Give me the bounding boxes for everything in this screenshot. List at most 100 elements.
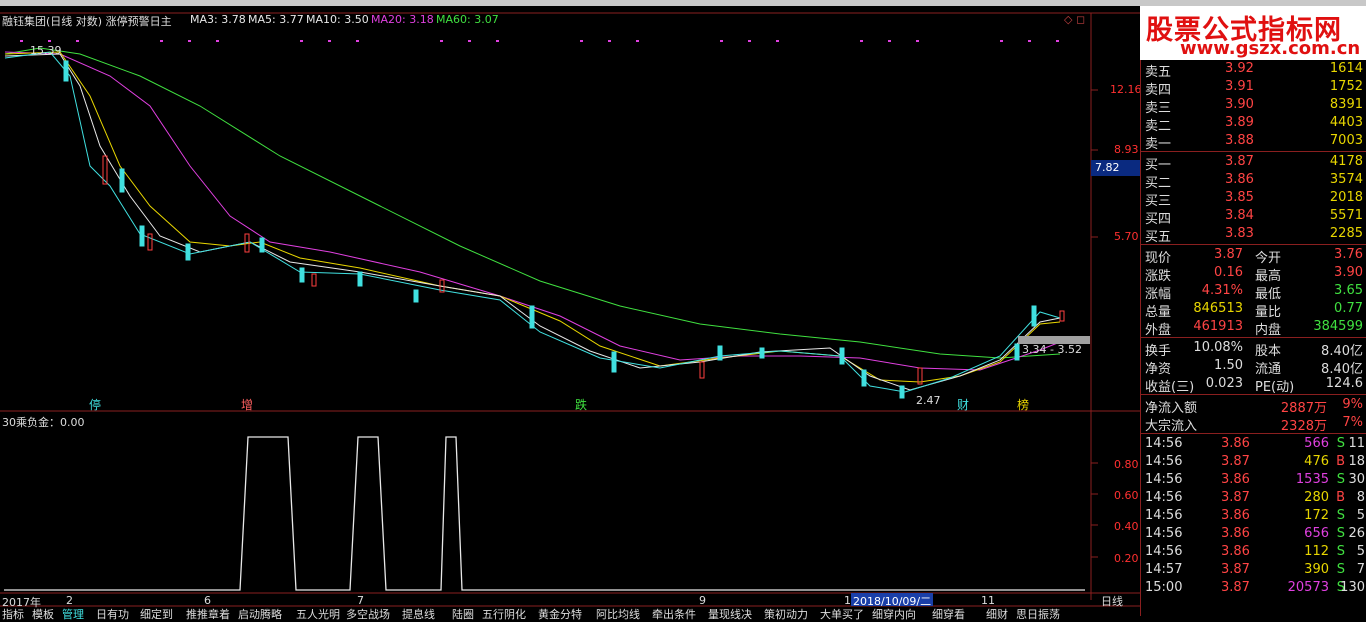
signal-dot [580,40,583,42]
tick-price: 3.86 [1221,436,1250,451]
indicator-tab[interactable]: 五人光明 [296,606,340,621]
ask-volume: 1752 [1329,79,1363,94]
tick-row: 14:56 3.87 280 B 8 [1141,489,1366,507]
ask-price: 3.89 [1225,115,1254,130]
price-axis-label: 5.70 [1114,230,1139,243]
signal-dot [328,40,331,42]
bid-row[interactable]: 买三 3.85 2018 [1141,189,1366,209]
kline-chart-svg[interactable] [0,6,1140,616]
signal-dot [888,40,891,42]
quote-value: 3.76 [1334,247,1363,262]
indicator-tab[interactable]: 细穿看 [932,606,965,621]
indicator-tab[interactable]: 日有功 [96,606,129,621]
indicator-tab[interactable]: 陆圈 [452,606,474,621]
flow-row: 净流入额 2887万 9% [1141,396,1366,416]
tick-price: 3.87 [1221,562,1250,577]
indicator-tab[interactable]: 管理 [62,606,84,621]
indicator-tab[interactable]: 细穿内向 [872,606,916,621]
indicator-tab[interactable]: 思日振荡 [1016,606,1060,621]
bid-row[interactable]: 买五 3.83 2285 [1141,225,1366,245]
ask-price: 3.88 [1225,133,1254,148]
bid-volume: 3574 [1329,172,1363,187]
ask-volume: 7003 [1329,133,1363,148]
signal-dot [468,40,471,42]
quote-value: 461913 [1193,319,1243,334]
signal-dot [440,40,443,42]
ask-row[interactable]: 卖三 3.90 8391 [1141,96,1366,116]
ma3-line [4,51,1061,393]
indicator-tab[interactable]: 细财 [986,606,1008,621]
kline-chart-panel[interactable]: 融钰集团(日线 对数) 涨停预警日主 MA3: 3.78 MA5: 3.77 M… [0,6,1142,621]
indicator-tab[interactable]: 多空战场 [346,606,390,621]
candle [699,361,705,379]
tick-price: 3.87 [1221,490,1250,505]
quote-panel: 卖五 3.92 1614 卖四 3.91 1752 卖三 3.90 8391 卖二 3.89 4403… [1140,6,1366,616]
ask-price: 3.92 [1225,61,1254,76]
indicator-tab[interactable]: 提息线 [402,606,435,621]
bid-row[interactable]: 买一 3.87 4178 [1141,153,1366,173]
ask-row[interactable]: 卖二 3.89 4403 [1141,114,1366,134]
indicator-tab[interactable]: 指标 [2,606,24,621]
fund-label: 收益(三) [1145,380,1195,395]
quote-row: 涨幅 4.31% 最低 3.65 [1141,282,1366,302]
indicator-tab[interactable]: 阿比均线 [596,606,640,621]
marker-badge[interactable]: 增 [241,396,253,413]
marker-badge[interactable]: 榜 [1017,396,1029,413]
period-selector[interactable]: 日线 [1101,593,1123,609]
marker-badge[interactable]: 停 [89,396,101,413]
price-axis-label: 8.93 [1114,143,1139,156]
tick-price: 3.87 [1221,580,1250,595]
ask-volume: 1614 [1329,61,1363,76]
bid-row[interactable]: 买四 3.84 5571 [1141,207,1366,227]
indicator-tab[interactable]: 细定到 [140,606,173,621]
bid-volume: 2018 [1329,190,1363,205]
tick-row: 15:00 3.87 20573 S 130 [1141,579,1366,597]
tick-price: 3.86 [1221,472,1250,487]
tick-price: 3.86 [1221,544,1250,559]
indicator-tab[interactable]: 推推章着 [186,606,230,621]
ask-price: 3.91 [1225,79,1254,94]
flow-row: 大宗流入 2328万 7% [1141,414,1366,434]
tick-volume: 390 [1304,562,1329,577]
indicator-tab[interactable]: 启动腾略 [238,606,282,621]
quote-value: 4.31% [1201,283,1243,298]
ask-row[interactable]: 卖一 3.88 7003 [1141,132,1366,152]
tick-side: B [1336,454,1345,469]
candle [357,271,363,287]
quote-value: 846513 [1193,301,1243,316]
tick-count: 5 [1356,508,1365,523]
quote-row: 总量 846513 量比 0.77 [1141,300,1366,320]
ask-row[interactable]: 卖五 3.92 1614 [1141,60,1366,80]
tick-volume: 172 [1304,508,1329,523]
tick-count: 5 [1356,544,1365,559]
quote-value: 384599 [1313,319,1363,334]
signal-dot [20,40,23,42]
tick-side: S [1336,562,1345,577]
candle [1014,343,1020,361]
high-price-label: 15.39 [30,44,62,57]
tick-row: 14:56 3.86 566 S 11 [1141,435,1366,453]
ma10-line [4,51,1061,383]
candle [1031,305,1037,327]
marker-badge[interactable]: 跌 [575,396,587,413]
indicator-tab[interactable]: 模板 [32,606,54,621]
indicator-tab[interactable]: 五行阴化 [482,606,526,621]
indicator-tab[interactable]: 策初动力 [764,606,808,621]
marker-badge[interactable]: 财 [957,396,969,413]
tick-row: 14:56 3.86 172 S 5 [1141,507,1366,525]
bid-price: 3.83 [1225,226,1254,241]
chart-title: 融钰集团(日线 对数) 涨停预警日主 [2,15,172,28]
tick-price: 3.86 [1221,508,1250,523]
tick-count: 30 [1348,472,1365,487]
indicator-tab[interactable]: 黄金分特 [538,606,582,621]
tick-row: 14:57 3.87 390 S 7 [1141,561,1366,579]
divider [1141,394,1366,395]
ask-row[interactable]: 卖四 3.91 1752 [1141,78,1366,98]
bid-row[interactable]: 买二 3.86 3574 [1141,171,1366,191]
indicator-tab[interactable]: 量现线决 [708,606,752,621]
indicator-tab[interactable]: 牵出条件 [652,606,696,621]
indicator-tab[interactable]: 大单买了 [820,606,864,621]
tick-price: 3.87 [1221,454,1250,469]
expand-icon[interactable]: ◇ ◻ [1064,13,1085,26]
tick-side: S [1336,526,1345,541]
